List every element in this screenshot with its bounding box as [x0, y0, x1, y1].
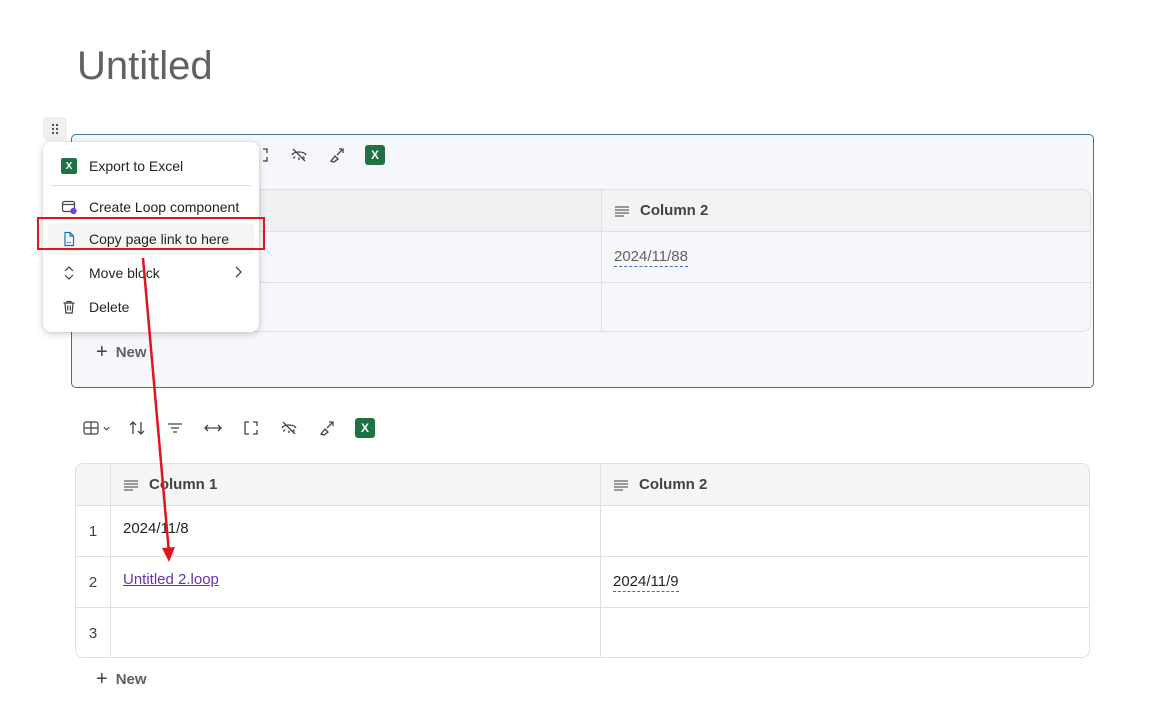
- menu-item-delete[interactable]: Delete: [43, 291, 259, 323]
- column-width-icon[interactable]: [194, 414, 232, 442]
- move-icon: [60, 264, 78, 282]
- table-cell[interactable]: 2024/11/88: [602, 232, 1090, 282]
- loop-component-icon: [60, 198, 78, 216]
- menu-item-move-block[interactable]: Move block: [43, 257, 259, 289]
- plus-icon: +: [96, 341, 108, 363]
- table-view-icon: [82, 421, 99, 435]
- sort-icon[interactable]: [118, 414, 156, 442]
- table-2-header-row: Column 1 Column 2: [76, 464, 1089, 505]
- resize-icon[interactable]: [232, 414, 270, 442]
- table-cell[interactable]: [601, 506, 1089, 556]
- drag-handle-icon[interactable]: [43, 117, 67, 141]
- new-row-button[interactable]: + New: [96, 668, 147, 691]
- text-column-icon: [614, 479, 628, 491]
- filter-icon[interactable]: [156, 414, 194, 442]
- table-1-toolbar: X: [242, 141, 394, 169]
- annotation-highlight-box: [37, 217, 265, 250]
- page-title[interactable]: Untitled: [77, 44, 213, 89]
- loop-file-link[interactable]: Untitled 2.loop: [123, 571, 219, 588]
- table-cell[interactable]: 2024/11/9: [601, 557, 1089, 607]
- table-2-grid: Column 1 Column 2 1 2024/11/8 2 Untitled…: [75, 463, 1090, 658]
- paint-icon[interactable]: [318, 141, 356, 169]
- trash-icon: [60, 298, 78, 316]
- table-cell[interactable]: [602, 283, 1090, 331]
- excel-icon[interactable]: X: [346, 414, 384, 442]
- chevron-down-icon: [102, 426, 110, 431]
- table-2-toolbar: X: [74, 414, 384, 442]
- excel-icon: X: [60, 157, 78, 175]
- table-row[interactable]: 3: [76, 607, 1089, 657]
- table-1-col2-header[interactable]: Column 2: [602, 190, 1090, 231]
- row-number-header: [76, 464, 111, 505]
- excel-icon[interactable]: X: [356, 141, 394, 169]
- paint-icon[interactable]: [308, 414, 346, 442]
- table-cell[interactable]: Untitled 2.loop: [111, 557, 601, 607]
- table-row[interactable]: 1 2024/11/8: [76, 505, 1089, 556]
- menu-item-export-excel[interactable]: X Export to Excel: [43, 150, 259, 182]
- chevron-right-icon: [233, 265, 243, 282]
- row-number: 1: [76, 506, 111, 556]
- table-cell[interactable]: 2024/11/8: [111, 506, 601, 556]
- menu-divider: [51, 185, 251, 186]
- row-number: 2: [76, 557, 111, 607]
- text-column-icon: [124, 479, 138, 491]
- table-2-col2-header[interactable]: Column 2: [601, 464, 1089, 505]
- new-row-button[interactable]: + New: [96, 341, 147, 364]
- table-2-col1-header[interactable]: Column 1: [111, 464, 601, 505]
- hide-icon[interactable]: [280, 141, 318, 169]
- hide-icon[interactable]: [270, 414, 308, 442]
- table-cell[interactable]: [601, 608, 1089, 657]
- table-view-button[interactable]: [74, 414, 118, 442]
- text-column-icon: [615, 205, 629, 217]
- table-row[interactable]: 2 Untitled 2.loop 2024/11/9: [76, 556, 1089, 607]
- table-cell[interactable]: [111, 608, 601, 657]
- row-number: 3: [76, 608, 111, 657]
- plus-icon: +: [96, 668, 108, 690]
